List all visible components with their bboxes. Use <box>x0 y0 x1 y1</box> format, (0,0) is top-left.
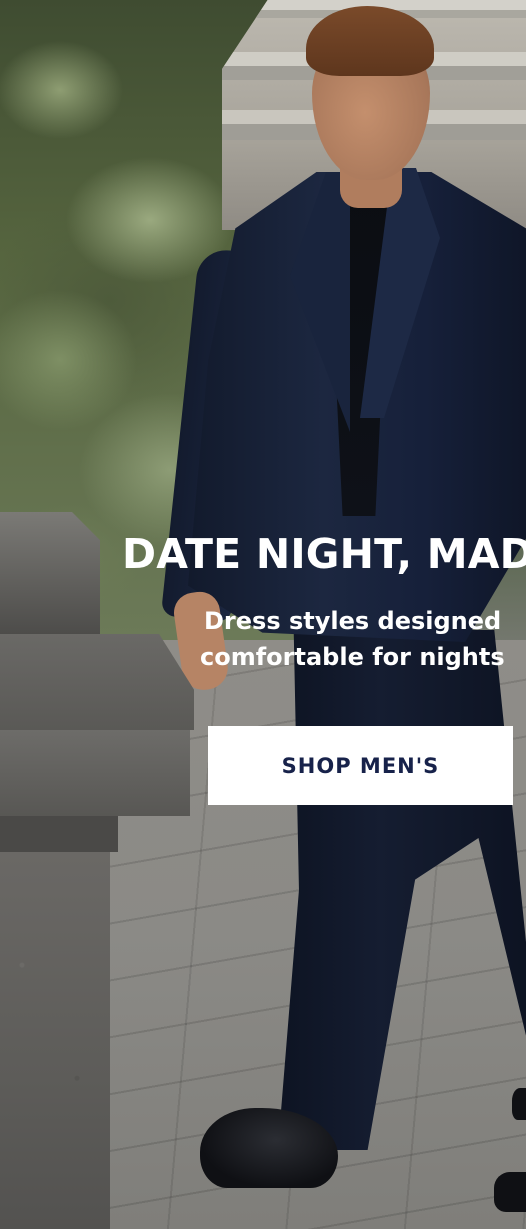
shop-mens-button-label: SHOP MEN'S <box>281 753 440 778</box>
stone-pillar-cap <box>0 512 100 640</box>
hero-headline: DATE NIGHT, MAD <box>122 530 526 578</box>
shop-mens-button[interactable]: SHOP MEN'S <box>208 726 513 805</box>
model-trousers <box>277 630 526 1150</box>
stone-pillar-top <box>0 634 194 730</box>
stone-pillar-ledge <box>0 730 190 816</box>
hero-subheadline-line-1: Dress styles designed <box>204 607 502 635</box>
model-shoe-right-heel <box>512 1088 526 1120</box>
hero-subheadline-line-2: comfortable for nights <box>200 643 505 671</box>
model-hair <box>306 6 434 76</box>
stone-pillar <box>0 852 110 1229</box>
model-shoe-right <box>494 1172 526 1212</box>
stone-pillar-neck <box>0 816 118 852</box>
hero-subheadline: Dress styles designed comfortable for ni… <box>200 603 505 675</box>
hero-banner: DATE NIGHT, MAD Dress styles designed co… <box>0 0 526 1229</box>
